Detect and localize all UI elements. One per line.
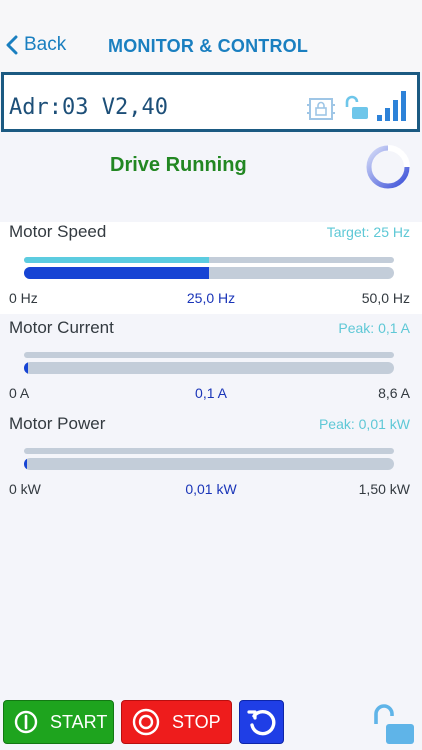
back-label: Back [24, 34, 67, 55]
start-label: START [50, 711, 108, 732]
drive-status-text: Drive Running [110, 154, 247, 176]
motor-speed-meter: Motor Speed Target: 25 Hz 0 Hz 25,0 Hz 5… [0, 222, 422, 314]
stop-button[interactable]: STOP [121, 700, 232, 744]
device-status-icons [307, 91, 407, 121]
meter-title: Motor Current [9, 318, 114, 337]
chevron-left-icon [6, 35, 18, 55]
target-bar [24, 257, 394, 263]
meter-value: 25,0 Hz [186, 290, 236, 306]
activity-spinner-icon [366, 145, 410, 189]
meter-peak: Peak: 0,1 A [338, 320, 410, 336]
meter-target: Target: 25 Hz [326, 224, 410, 240]
stop-label: STOP [172, 711, 221, 732]
drive-lock-icon [307, 98, 335, 120]
device-info-panel: Adr:03 V2,40 [1, 72, 420, 132]
unlock-icon[interactable] [372, 702, 416, 746]
reset-button[interactable] [239, 700, 284, 744]
drive-status-row: Drive Running [0, 140, 422, 200]
meter-title: Motor Power [9, 414, 106, 433]
meter-peak: Peak: 0,01 kW [318, 416, 410, 432]
meter-max: 50,0 Hz [361, 290, 410, 306]
speed-bar [24, 267, 394, 279]
page-title: MONITOR & CONTROL [108, 36, 309, 56]
meter-max: 1,50 kW [358, 481, 410, 497]
power-icon [14, 710, 38, 734]
meter-max: 8,6 A [378, 385, 410, 401]
device-address: Adr:03 V2,40 [9, 95, 168, 120]
motor-current-meter: Motor Current Peak: 0,1 A 0 A 0,1 A 8,6 … [0, 318, 422, 410]
power-bar [24, 458, 394, 470]
meter-title: Motor Speed [9, 222, 107, 241]
navigation-bar: Back MONITOR & CONTROL [0, 0, 422, 72]
meter-value: 0,1 A [195, 385, 227, 401]
unlocked-icon [345, 95, 368, 119]
signal-strength-icon [377, 91, 406, 121]
start-button[interactable]: START [3, 700, 114, 744]
reset-icon [246, 709, 275, 736]
stop-target-icon [132, 708, 160, 736]
peak-bar [24, 352, 394, 358]
current-bar [24, 362, 394, 374]
motor-power-meter: Motor Power Peak: 0,01 kW 0 kW 0,01 kW 1… [0, 414, 422, 506]
back-button[interactable]: Back [6, 34, 66, 56]
peak-bar [24, 448, 394, 454]
